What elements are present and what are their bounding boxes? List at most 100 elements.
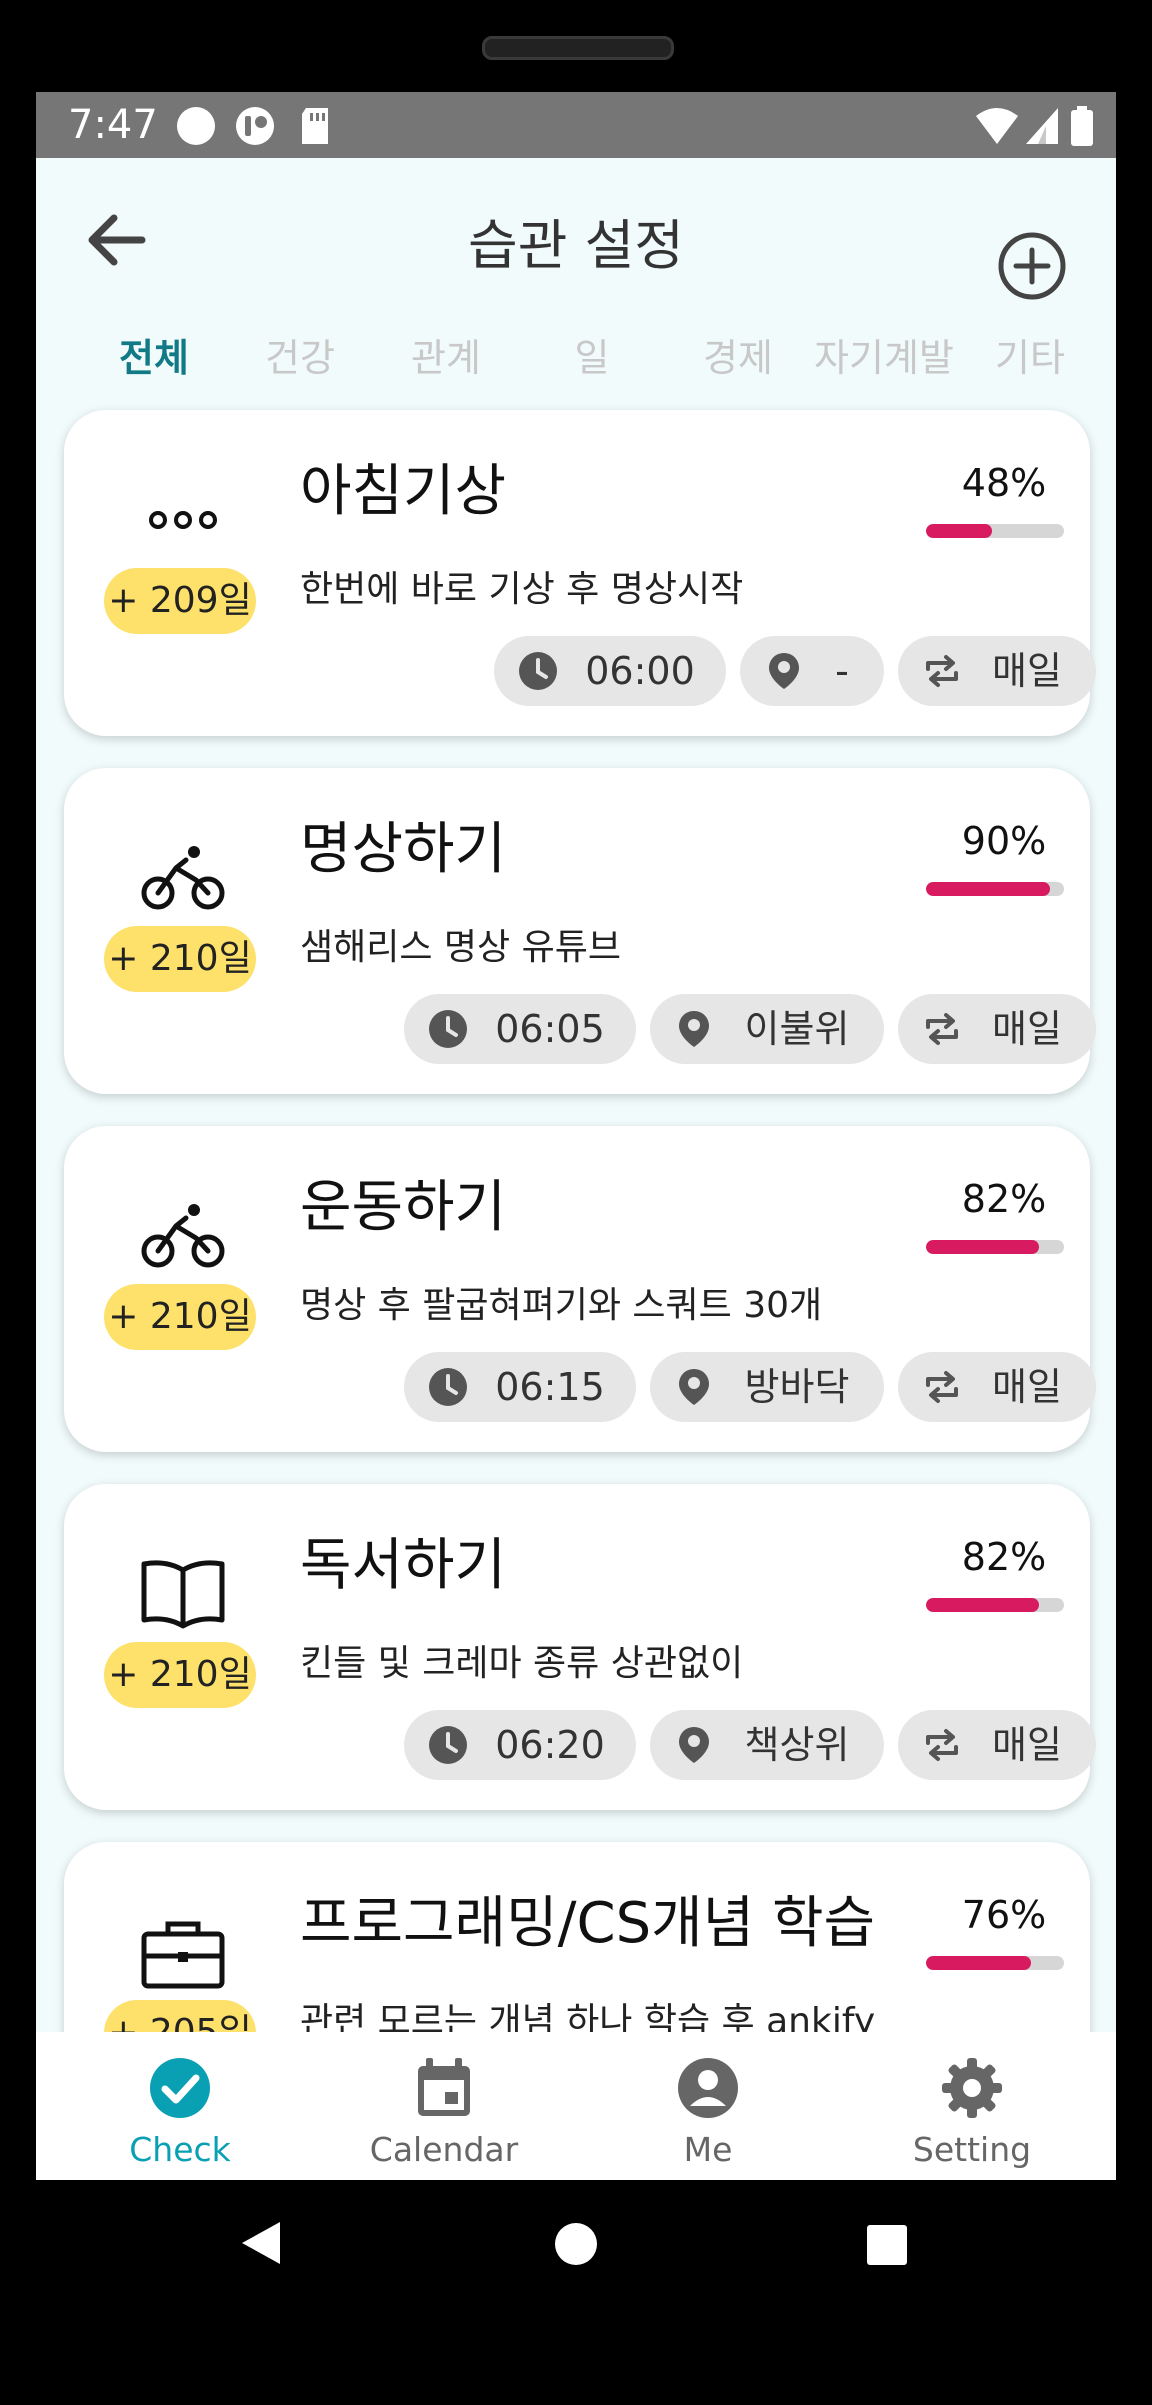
- gear-icon: [942, 2058, 1002, 2118]
- habit-repeat: 매일: [992, 649, 1062, 693]
- notification-dot-icon: [177, 107, 215, 145]
- more-dots-icon: [149, 511, 217, 529]
- time-chip[interactable]: 06:15: [404, 1352, 636, 1422]
- tab-other[interactable]: 기타: [960, 328, 1100, 388]
- page-title: 습관 설정: [468, 214, 684, 277]
- habit-description: 킨들 및 크레마 종류 상관없이: [300, 1643, 744, 1684]
- time-chip[interactable]: 06:00: [494, 636, 726, 706]
- habit-time: 06:15: [495, 1365, 605, 1409]
- clock-icon: [429, 1010, 467, 1048]
- habit-percent: 82%: [961, 1535, 1047, 1579]
- habit-time: 06:00: [585, 649, 695, 693]
- streak-days-badge: + 210일: [104, 1642, 256, 1708]
- nav-setting-label: Setting: [912, 2130, 1032, 2169]
- habit-progress-fill: [926, 524, 993, 538]
- habit-repeat: 매일: [992, 1723, 1062, 1767]
- calendar-icon: [418, 2058, 470, 2116]
- habit-progress-fill: [926, 1956, 1031, 1970]
- habit-progress-fill: [926, 1240, 1040, 1254]
- bottom-navigation: Check Calendar Me Setting: [36, 2032, 1116, 2180]
- tab-all[interactable]: 전체: [84, 328, 224, 388]
- repeat-icon: [926, 655, 958, 687]
- repeat-chip[interactable]: 매일: [898, 994, 1096, 1064]
- location-pin-icon: [769, 653, 799, 689]
- nav-me[interactable]: Me: [608, 2032, 808, 2180]
- location-chip[interactable]: 방바닥: [650, 1352, 884, 1422]
- system-navigation-bar: [0, 2180, 1152, 2330]
- habit-progress-fill: [926, 1598, 1040, 1612]
- battery-icon: [1071, 106, 1093, 146]
- habit-location: 책상위: [744, 1723, 850, 1767]
- book-icon: [141, 1560, 225, 1629]
- streak-days-badge: + 210일: [104, 1284, 256, 1350]
- phone-speaker: [482, 36, 674, 60]
- system-recents-icon[interactable]: [866, 2224, 908, 2266]
- habit-description: 한번에 바로 기상 후 명상시작: [300, 569, 744, 610]
- habit-title: 명상하기: [300, 817, 507, 882]
- tab-health[interactable]: 건강: [230, 328, 370, 388]
- tab-self-development[interactable]: 자기계발: [814, 328, 954, 388]
- habit-location: 방바닥: [744, 1365, 850, 1409]
- time-chip[interactable]: 06:05: [404, 994, 636, 1064]
- habit-progress-fill: [926, 882, 1051, 896]
- nav-calendar[interactable]: Calendar: [344, 2032, 544, 2180]
- system-back-icon[interactable]: [240, 2220, 282, 2266]
- tab-economy[interactable]: 경제: [668, 328, 808, 388]
- habit-percent: 76%: [961, 1893, 1047, 1937]
- habit-card[interactable]: + 210일 운동하기 82% 명상 후 팔굽혀펴기와 스쿼트 30개 06:1…: [64, 1126, 1096, 1452]
- streak-days-badge: + 209일: [104, 568, 256, 634]
- app-notification-icon: [236, 107, 274, 145]
- location-chip[interactable]: 이불위: [650, 994, 884, 1064]
- habit-card[interactable]: + 210일 독서하기 82% 킨들 및 크레마 종류 상관없이 06:20 책…: [64, 1484, 1096, 1810]
- habit-description: 샘해리스 명상 유튜브: [300, 927, 621, 968]
- repeat-icon: [926, 1013, 958, 1045]
- repeat-icon: [926, 1729, 958, 1761]
- cellular-signal-icon: [1026, 108, 1058, 144]
- nav-check-label: Check: [129, 2130, 231, 2169]
- clock-icon: [429, 1368, 467, 1406]
- repeat-icon: [926, 1371, 958, 1403]
- habit-card[interactable]: + 209일 아침기상 48% 한번에 바로 기상 후 명상시작 06:00 -…: [64, 410, 1096, 736]
- nav-check[interactable]: Check: [80, 2032, 280, 2180]
- category-tabs: 전체 건강 관계 일 경제 자기계발 기타: [36, 328, 1116, 398]
- habit-card[interactable]: + 210일 명상하기 90% 샘해리스 명상 유튜브 06:05 이불위 매일: [64, 768, 1096, 1094]
- bicycle-icon: [141, 1204, 225, 1268]
- repeat-chip[interactable]: 매일: [898, 1352, 1096, 1422]
- bicycle-icon: [141, 846, 225, 910]
- nav-me-label: Me: [683, 2130, 733, 2169]
- habit-title: 운동하기: [300, 1175, 507, 1240]
- nav-setting[interactable]: Setting: [872, 2032, 1072, 2180]
- status-time: 7:47: [68, 102, 158, 148]
- habit-description: 명상 후 팔굽혀펴기와 스쿼트 30개: [300, 1285, 823, 1326]
- account-circle-icon: [678, 2058, 738, 2118]
- habit-title: 독서하기: [300, 1533, 507, 1598]
- habit-repeat: 매일: [992, 1007, 1062, 1051]
- location-chip[interactable]: 책상위: [650, 1710, 884, 1780]
- repeat-chip[interactable]: 매일: [898, 636, 1096, 706]
- tab-relationship[interactable]: 관계: [376, 328, 516, 388]
- status-bar: 7:47: [36, 92, 1116, 158]
- repeat-chip[interactable]: 매일: [898, 1710, 1096, 1780]
- habit-progress-bar: [926, 882, 1064, 896]
- habit-location: 이불위: [744, 1007, 850, 1051]
- habit-title: 프로그래밍/CS개념 학습: [300, 1891, 875, 1956]
- habit-percent: 90%: [961, 819, 1047, 863]
- habit-percent: 48%: [961, 461, 1047, 505]
- app-screen: 7:47 습관 설정 전체 건강 관계 일 경제 자기계발 기타 + 209일 …: [36, 92, 1116, 2180]
- nav-calendar-label: Calendar: [369, 2130, 519, 2169]
- add-habit-button[interactable]: [996, 230, 1068, 302]
- app-bar: 습관 설정: [36, 158, 1116, 288]
- time-chip[interactable]: 06:20: [404, 1710, 636, 1780]
- habit-time: 06:05: [495, 1007, 605, 1051]
- habit-progress-bar: [926, 1240, 1064, 1254]
- habit-location: -: [835, 649, 849, 693]
- habit-time: 06:20: [495, 1723, 605, 1767]
- location-pin-icon: [679, 1369, 709, 1405]
- system-home-icon[interactable]: [554, 2222, 598, 2266]
- wifi-icon: [976, 108, 1018, 144]
- clock-icon: [429, 1726, 467, 1764]
- habit-percent: 82%: [961, 1177, 1047, 1221]
- location-chip[interactable]: -: [740, 636, 884, 706]
- location-pin-icon: [679, 1011, 709, 1047]
- tab-work[interactable]: 일: [522, 328, 662, 388]
